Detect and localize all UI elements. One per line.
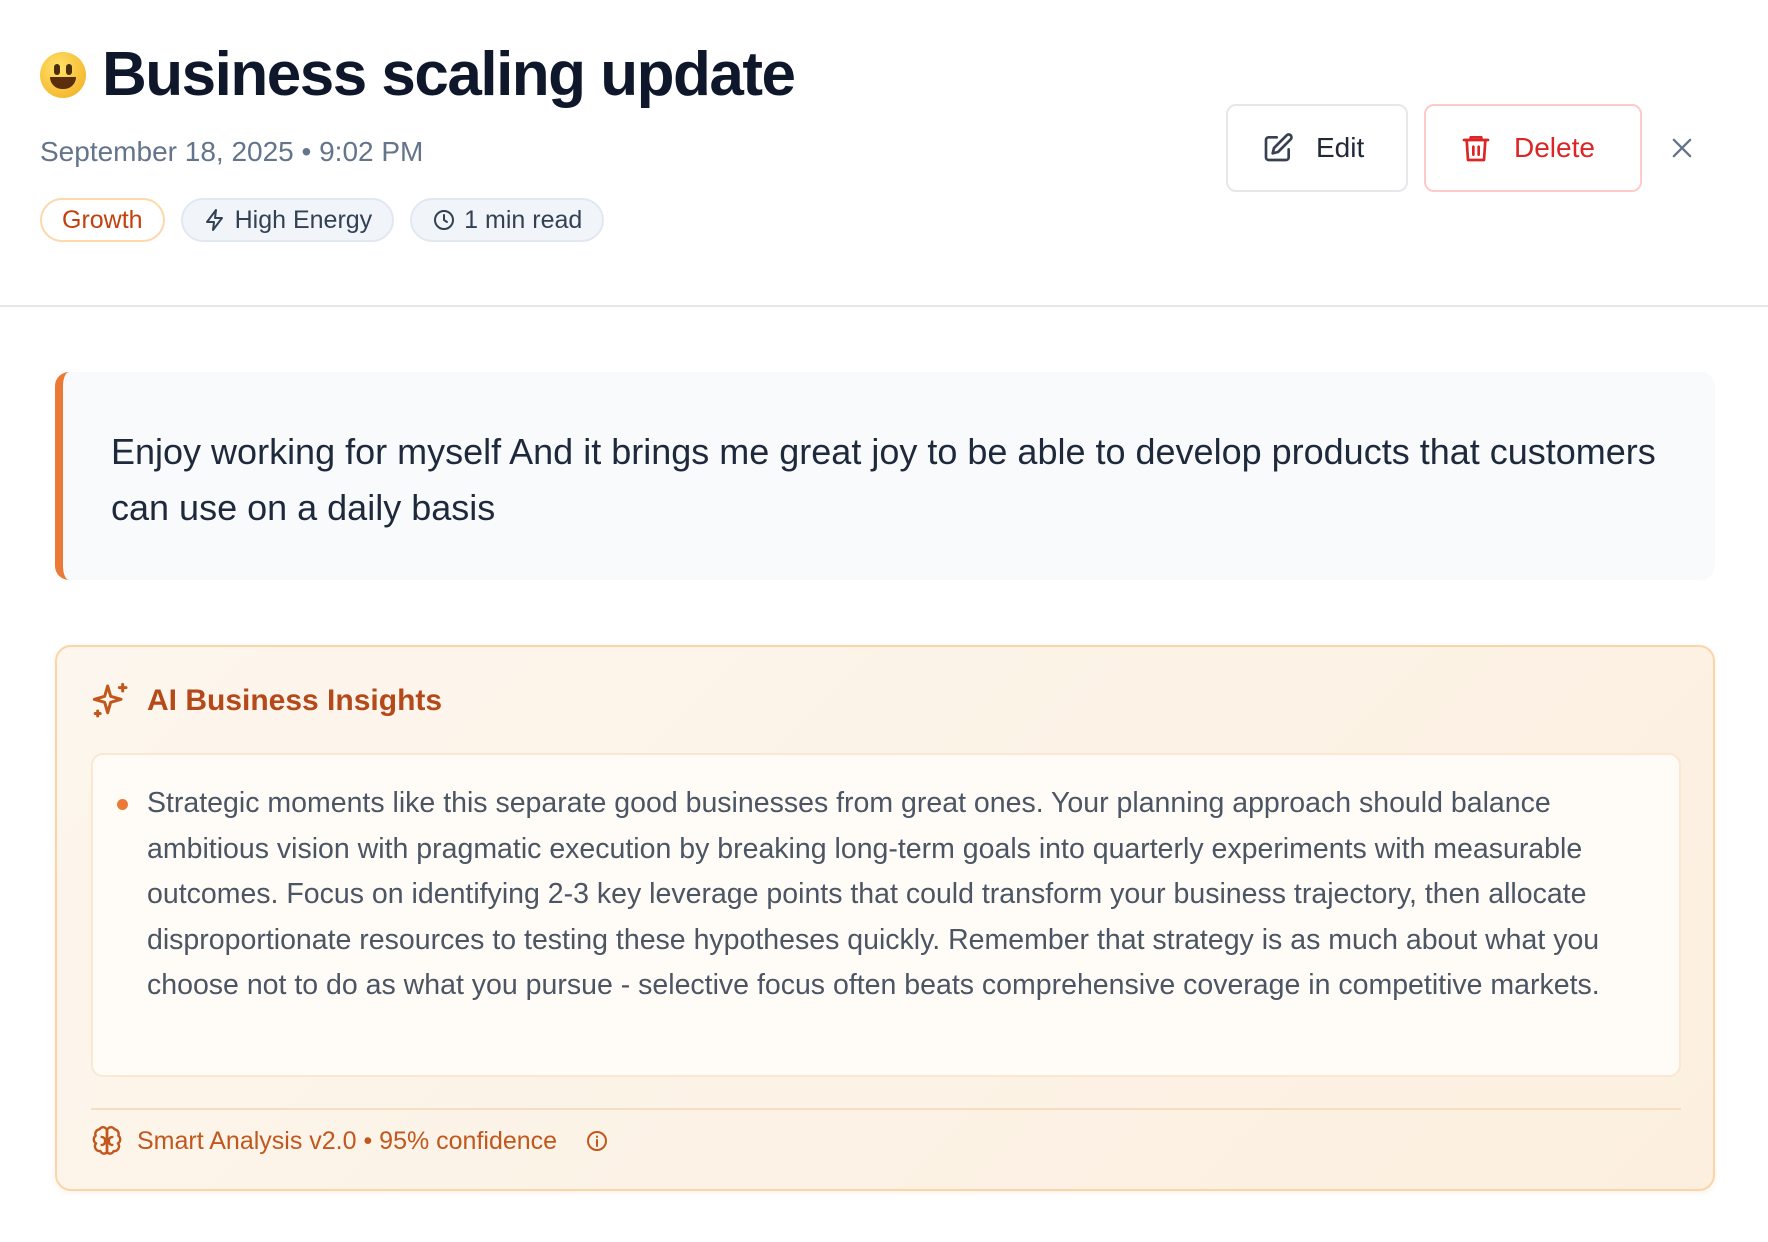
entry-datetime: September 18, 2025 • 9:02 PM [40, 136, 424, 167]
tag-label: Growth [62, 205, 143, 234]
clock-icon [434, 210, 455, 230]
tag-label: 1 min read [464, 205, 583, 234]
info-icon [587, 1131, 608, 1151]
title-row: Business scaling update [40, 40, 796, 110]
insights-footer-text: Smart Analysis v2.0 • 95% confidence [137, 1126, 558, 1155]
lightning-icon [205, 209, 223, 231]
tag-growth: Growth [40, 198, 165, 242]
insights-footer: Smart Analysis v2.0 • 95% confidence [91, 1125, 609, 1157]
tag-high-energy: High Energy [180, 198, 395, 242]
entry-text: Enjoy working for myself And it brings m… [111, 431, 1656, 528]
brain-icon [92, 1126, 122, 1155]
insight-text: Strategic moments like this separate goo… [147, 787, 1600, 1001]
ai-insights-panel: AI Business Insights Strategic moments l… [55, 645, 1715, 1191]
smiley-emoji-icon [40, 52, 86, 98]
edit-icon [1264, 133, 1293, 162]
delete-label: Delete [1514, 132, 1595, 163]
delete-button[interactable]: Delete [1424, 104, 1642, 192]
tag-list: Growth High Energy 1 min read [40, 198, 605, 242]
edit-button[interactable]: Edit [1226, 104, 1408, 192]
entry-content: Enjoy working for myself And it brings m… [55, 372, 1715, 580]
trash-icon [1462, 136, 1490, 162]
insights-title: AI Business Insights [147, 684, 443, 717]
entry-header: Business scaling update September 18, 20… [0, 0, 1768, 307]
close-icon [1672, 138, 1692, 158]
page-title: Business scaling update [102, 40, 796, 109]
divider [91, 1108, 1681, 1110]
sparkles-icon [92, 682, 128, 718]
tag-label: High Energy [234, 205, 373, 234]
entry-actions: Edit Delete [1226, 104, 1642, 192]
edit-label: Edit [1316, 132, 1365, 163]
insights-header: AI Business Insights [91, 681, 442, 721]
tag-read-time: 1 min read [410, 198, 605, 242]
bullet-dot [117, 799, 128, 810]
info-button[interactable] [585, 1129, 609, 1153]
insight-card: Strategic moments like this separate goo… [91, 753, 1681, 1077]
close-button[interactable] [1662, 128, 1702, 168]
